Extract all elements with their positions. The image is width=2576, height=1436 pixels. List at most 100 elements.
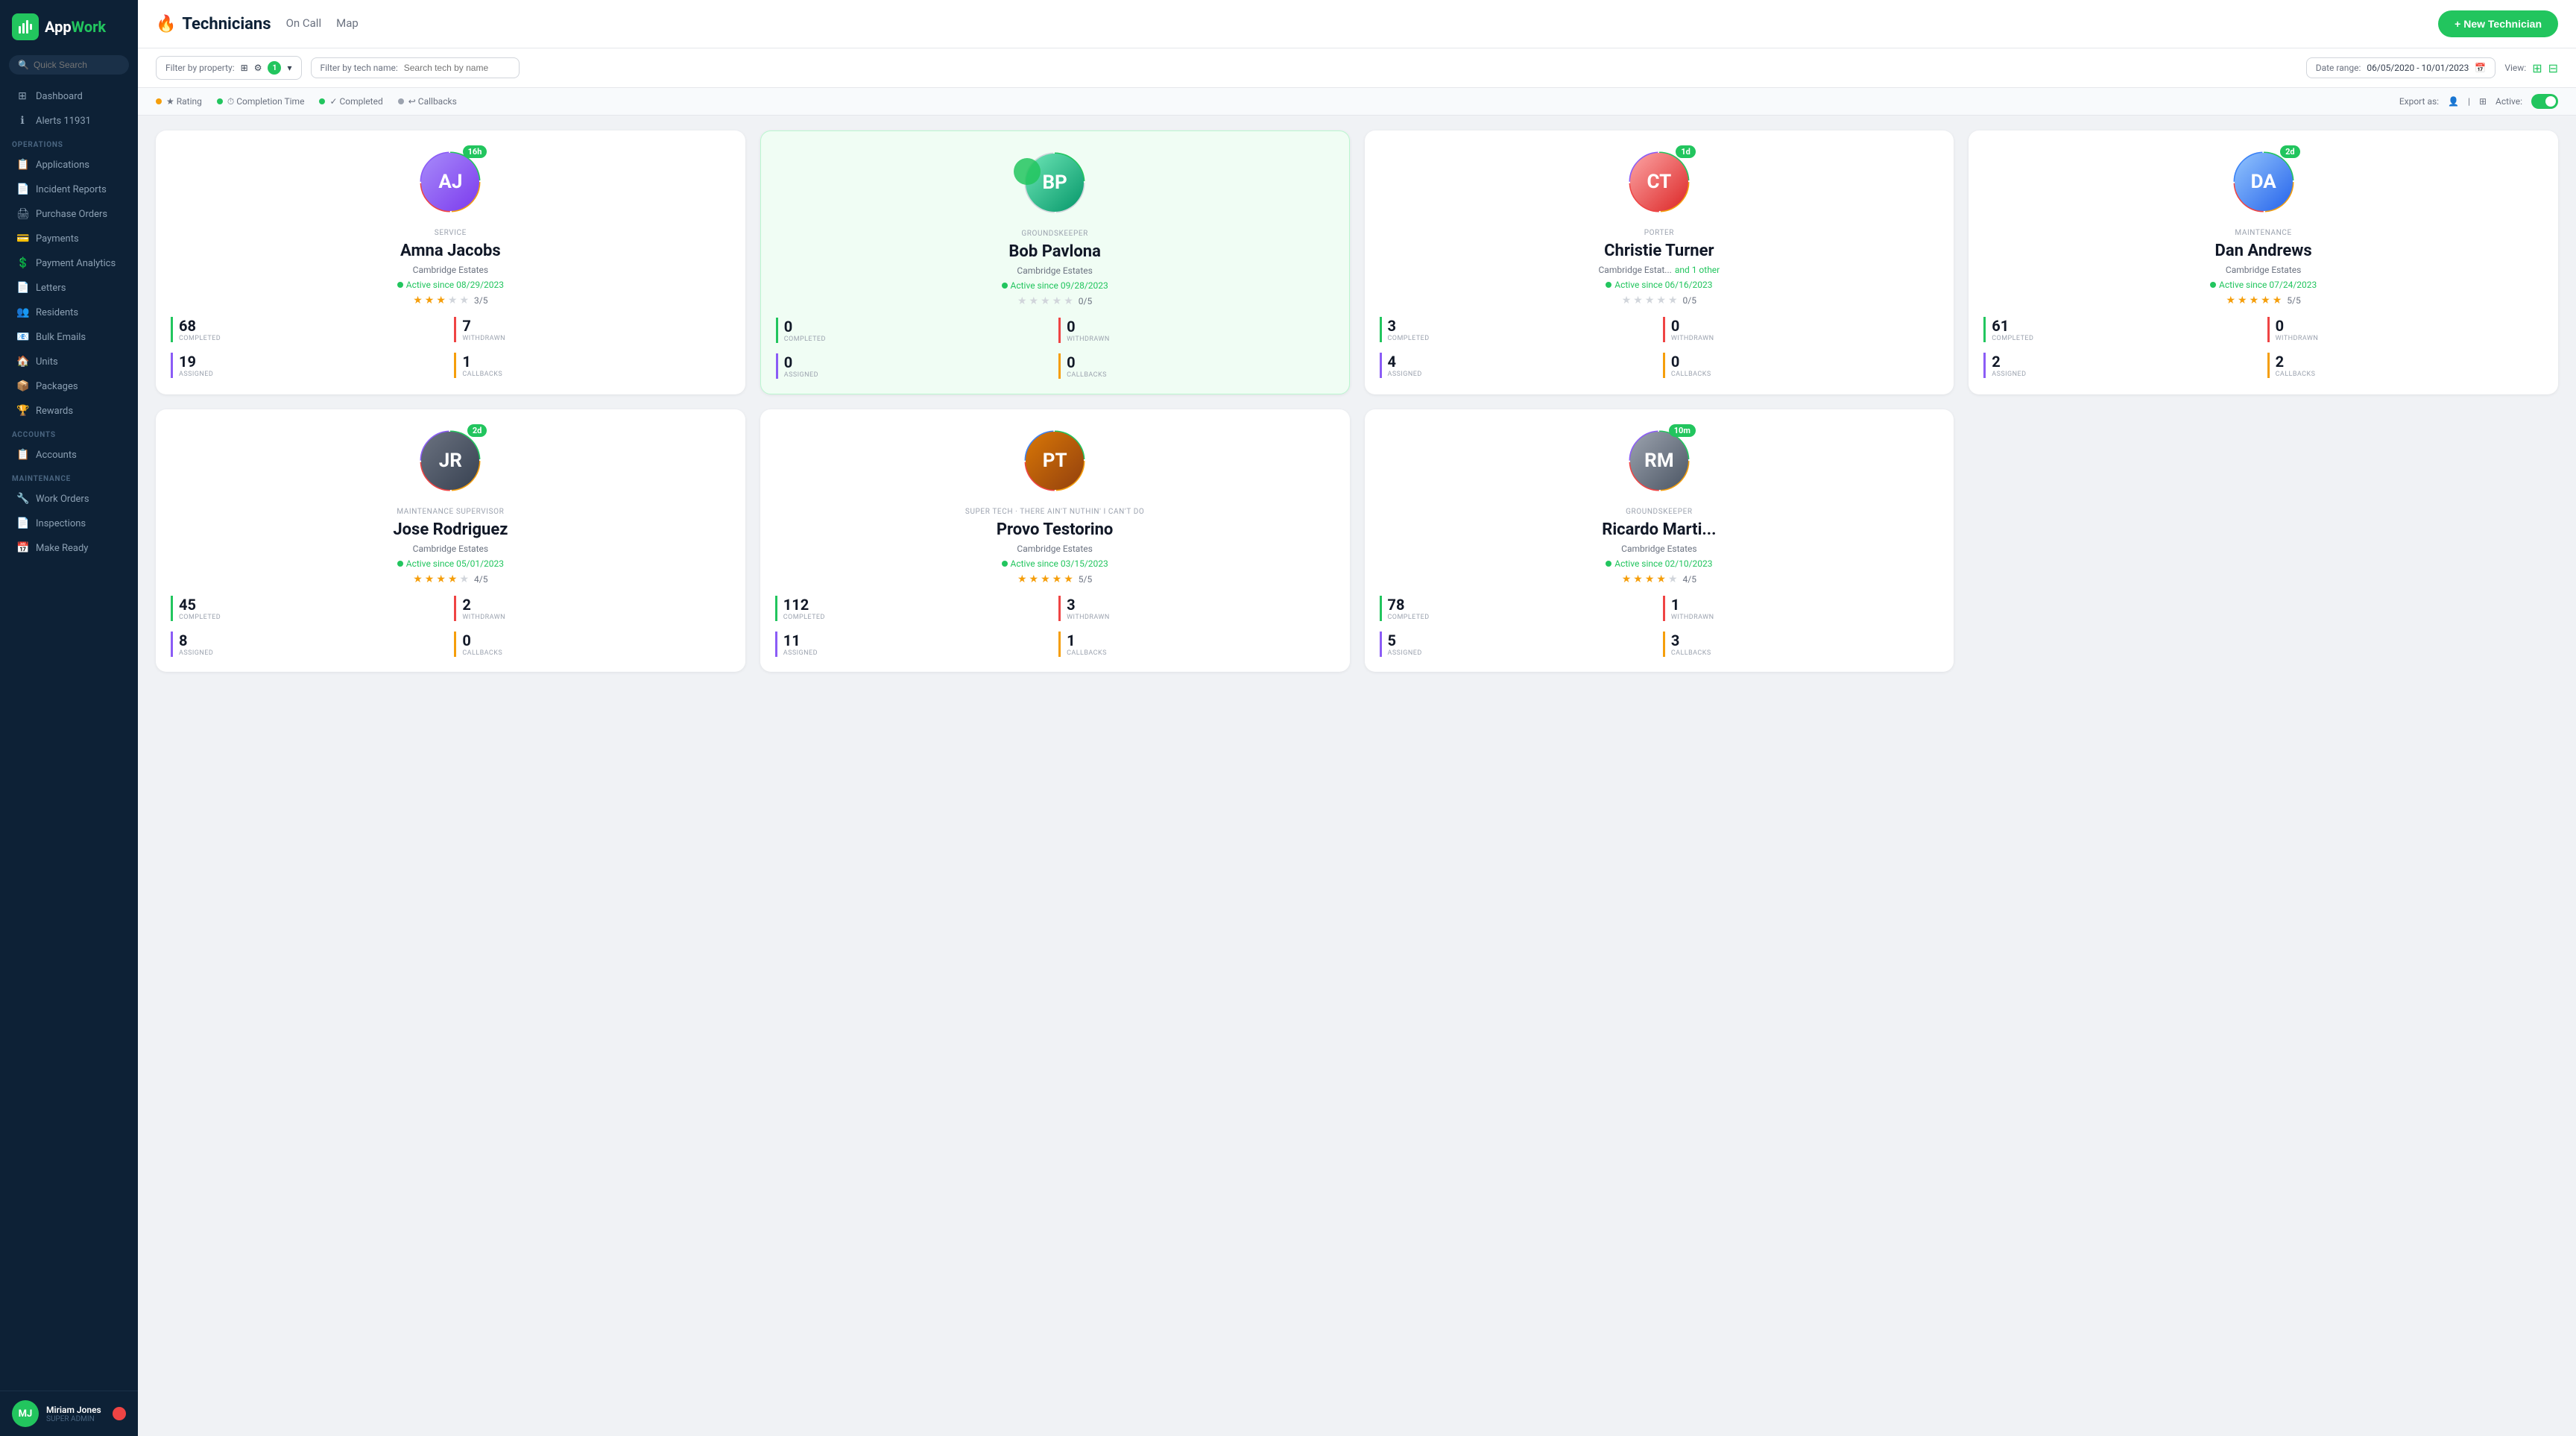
tech-role: MAINTENANCE SUPERVISOR: [397, 508, 504, 516]
completed-label: COMPLETED: [179, 335, 446, 342]
work-orders-icon: 🔧: [16, 493, 28, 505]
tech-property: Cambridge Estates: [1017, 265, 1092, 276]
sidebar-item-residents[interactable]: 👥 Residents: [4, 300, 133, 324]
withdrawn-label: WITHDRAWN: [1067, 614, 1334, 621]
active-toggle[interactable]: [2531, 94, 2558, 109]
export-csv-icon[interactable]: 👤: [2448, 96, 2459, 107]
tech-name-input[interactable]: [404, 63, 510, 73]
tech-role: MAINTENANCE: [2235, 229, 2291, 237]
sidebar-item-make-ready[interactable]: 📅 Make Ready: [4, 536, 133, 560]
tech-card-amna-jacobs[interactable]: AJ 16h SERVICE Amna Jacobs Cambridge Est…: [156, 130, 745, 394]
tech-property-row: Cambridge Estates: [1017, 544, 1092, 554]
sort-completed[interactable]: ✓ Completed: [319, 96, 382, 107]
avatar-image: CT: [1630, 153, 1688, 211]
sidebar-label-inspections: Inspections: [36, 518, 86, 529]
assigned-label: ASSIGNED: [179, 371, 446, 378]
sidebar-item-packages[interactable]: 📦 Packages: [4, 374, 133, 398]
tech-card-provo-testorino[interactable]: PT SUPER TECH · THERE AIN'T NUTHIN' I CA…: [760, 409, 1350, 672]
tech-name-filter[interactable]: Filter by tech name:: [311, 57, 520, 78]
active-since: Active since 08/29/2023: [397, 280, 504, 290]
stats-row-top: 68 COMPLETED 7 WITHDRAWN: [171, 317, 730, 342]
active-dot: [1002, 283, 1008, 289]
sidebar: AppWork 🔍 ⊞ Dashboard ℹ Alerts 11931 OPE…: [0, 0, 138, 1436]
sidebar-item-applications[interactable]: 📋 Applications: [4, 153, 133, 177]
new-technician-button[interactable]: + New Technician: [2438, 10, 2558, 37]
callbacks-label: CALLBACKS: [462, 649, 730, 657]
sidebar-item-incident-reports[interactable]: 📄 Incident Reports: [4, 177, 133, 201]
sort-rating[interactable]: ★ Rating: [156, 96, 202, 107]
tech-name: Ricardo Marti...: [1602, 520, 1716, 539]
sidebar-item-purchase-orders[interactable]: 🖨 Purchase Orders: [4, 202, 133, 226]
bulk-emails-icon: 📧: [16, 331, 28, 343]
assigned-number: 8: [179, 632, 446, 649]
sidebar-item-payments[interactable]: 💳 Payments: [4, 227, 133, 251]
sidebar-item-letters[interactable]: 📄 Letters: [4, 276, 133, 300]
stats-row-top: 112 COMPLETED 3 WITHDRAWN: [775, 596, 1335, 621]
avatar-image: RM: [1630, 432, 1688, 490]
time-badge: 2d: [467, 424, 487, 437]
sidebar-item-accounts[interactable]: 📋 Accounts: [4, 443, 133, 467]
sidebar-label-residents: Residents: [36, 307, 78, 318]
alerts-icon: ℹ: [16, 115, 28, 127]
tech-card-ricardo-marti[interactable]: RM 10m GROUNDSKEEPER Ricardo Marti... Ca…: [1365, 409, 1954, 672]
view-grid-button[interactable]: ⊞: [2532, 61, 2542, 75]
stat-withdrawn: 0 WITHDRAWN: [2267, 317, 2543, 342]
maintenance-section-label: MAINTENANCE: [0, 467, 138, 486]
stat-withdrawn: 0 WITHDRAWN: [1058, 318, 1333, 343]
time-badge: 10m: [1669, 424, 1696, 437]
sidebar-item-payment-analytics[interactable]: 💲 Payment Analytics: [4, 251, 133, 275]
sidebar-item-bulk-emails[interactable]: 📧 Bulk Emails: [4, 325, 133, 349]
sort-callbacks[interactable]: ↩ Callbacks: [398, 96, 457, 107]
callbacks-label: CALLBACKS: [2276, 371, 2543, 378]
inspections-icon: 📄: [16, 517, 28, 529]
rating-dot: [156, 98, 162, 104]
sidebar-item-inspections[interactable]: 📄 Inspections: [4, 511, 133, 535]
logo-icon: [12, 13, 39, 40]
tech-card-dan-andrews[interactable]: DA 2d MAINTENANCE Dan Andrews Cambridge …: [1969, 130, 2558, 394]
avatar-container: CT 1d: [1626, 148, 1693, 215]
rating-score: 4/5: [474, 574, 487, 585]
header-left: 🔥 Technicians On Call Map: [156, 13, 359, 34]
tech-property: Cambridge Estates: [413, 265, 488, 275]
assigned-label: ASSIGNED: [784, 371, 1051, 379]
callbacks-label: CALLBACKS: [1067, 649, 1334, 657]
sort-bar: ★ Rating ⏱ Completion Time ✓ Completed ↩…: [138, 88, 2576, 116]
user-role: SUPER ADMIN: [46, 1415, 105, 1423]
sidebar-item-work-orders[interactable]: 🔧 Work Orders: [4, 487, 133, 511]
applications-icon: 📋: [16, 159, 28, 171]
stats-row-bottom: 11 ASSIGNED 1 CALLBACKS: [775, 632, 1335, 657]
callbacks-label: CALLBACKS: [1067, 371, 1333, 379]
export-grid-icon[interactable]: ⊞: [2479, 96, 2487, 107]
user-profile-area[interactable]: MJ Miriam Jones SUPER ADMIN: [0, 1391, 138, 1436]
tech-card-jose-rodriguez[interactable]: JR 2d MAINTENANCE SUPERVISOR Jose Rodrig…: [156, 409, 745, 672]
tech-role: SERVICE: [435, 229, 467, 237]
view-list-button[interactable]: ⊟: [2548, 61, 2558, 75]
sort-completion-time[interactable]: ⏱ Completion Time: [217, 96, 305, 107]
active-since: Active since 06/16/2023: [1606, 280, 1712, 290]
sidebar-item-units[interactable]: 🏠 Units: [4, 350, 133, 374]
tech-property: Cambridge Estates: [413, 544, 488, 554]
callbacks-label: CALLBACKS: [1671, 649, 1939, 657]
tech-property: Cambridge Estates: [1621, 544, 1696, 554]
active-since: Active since 03/15/2023: [1002, 558, 1108, 569]
stats-row-top: 61 COMPLETED 0 WITHDRAWN: [1983, 317, 2543, 342]
search-icon: 🔍: [18, 60, 29, 70]
active-since-text: Active since 09/28/2023: [1011, 280, 1108, 291]
sidebar-item-alerts[interactable]: ℹ Alerts 11931: [4, 109, 133, 133]
date-range-filter[interactable]: Date range: 06/05/2020 - 10/01/2023 📅: [2306, 57, 2496, 78]
tech-card-bob-pavlona[interactable]: BP GROUNDSKEEPER Bob Pavlona Cambridge E…: [760, 130, 1350, 394]
assigned-number: 4: [1388, 353, 1655, 371]
sidebar-item-rewards[interactable]: 🏆 Rewards: [4, 399, 133, 423]
logo[interactable]: AppWork: [0, 0, 138, 51]
tab-map[interactable]: Map: [336, 13, 359, 34]
tech-property-extra[interactable]: and 1 other: [1675, 265, 1720, 275]
stat-callbacks: 1 CALLBACKS: [1058, 632, 1334, 657]
search-container[interactable]: 🔍: [9, 55, 129, 75]
sidebar-item-dashboard[interactable]: ⊞ Dashboard: [4, 84, 133, 108]
tab-on-call[interactable]: On Call: [286, 13, 322, 34]
sort-completed-label: ✓ Completed: [329, 96, 382, 107]
property-filter[interactable]: Filter by property: ⊞ ⚙ 1 ▾: [156, 56, 302, 80]
completed-label: COMPLETED: [784, 336, 1051, 343]
search-input[interactable]: [34, 60, 120, 70]
tech-card-christie-turner[interactable]: CT 1d PORTER Christie Turner Cambridge E…: [1365, 130, 1954, 394]
